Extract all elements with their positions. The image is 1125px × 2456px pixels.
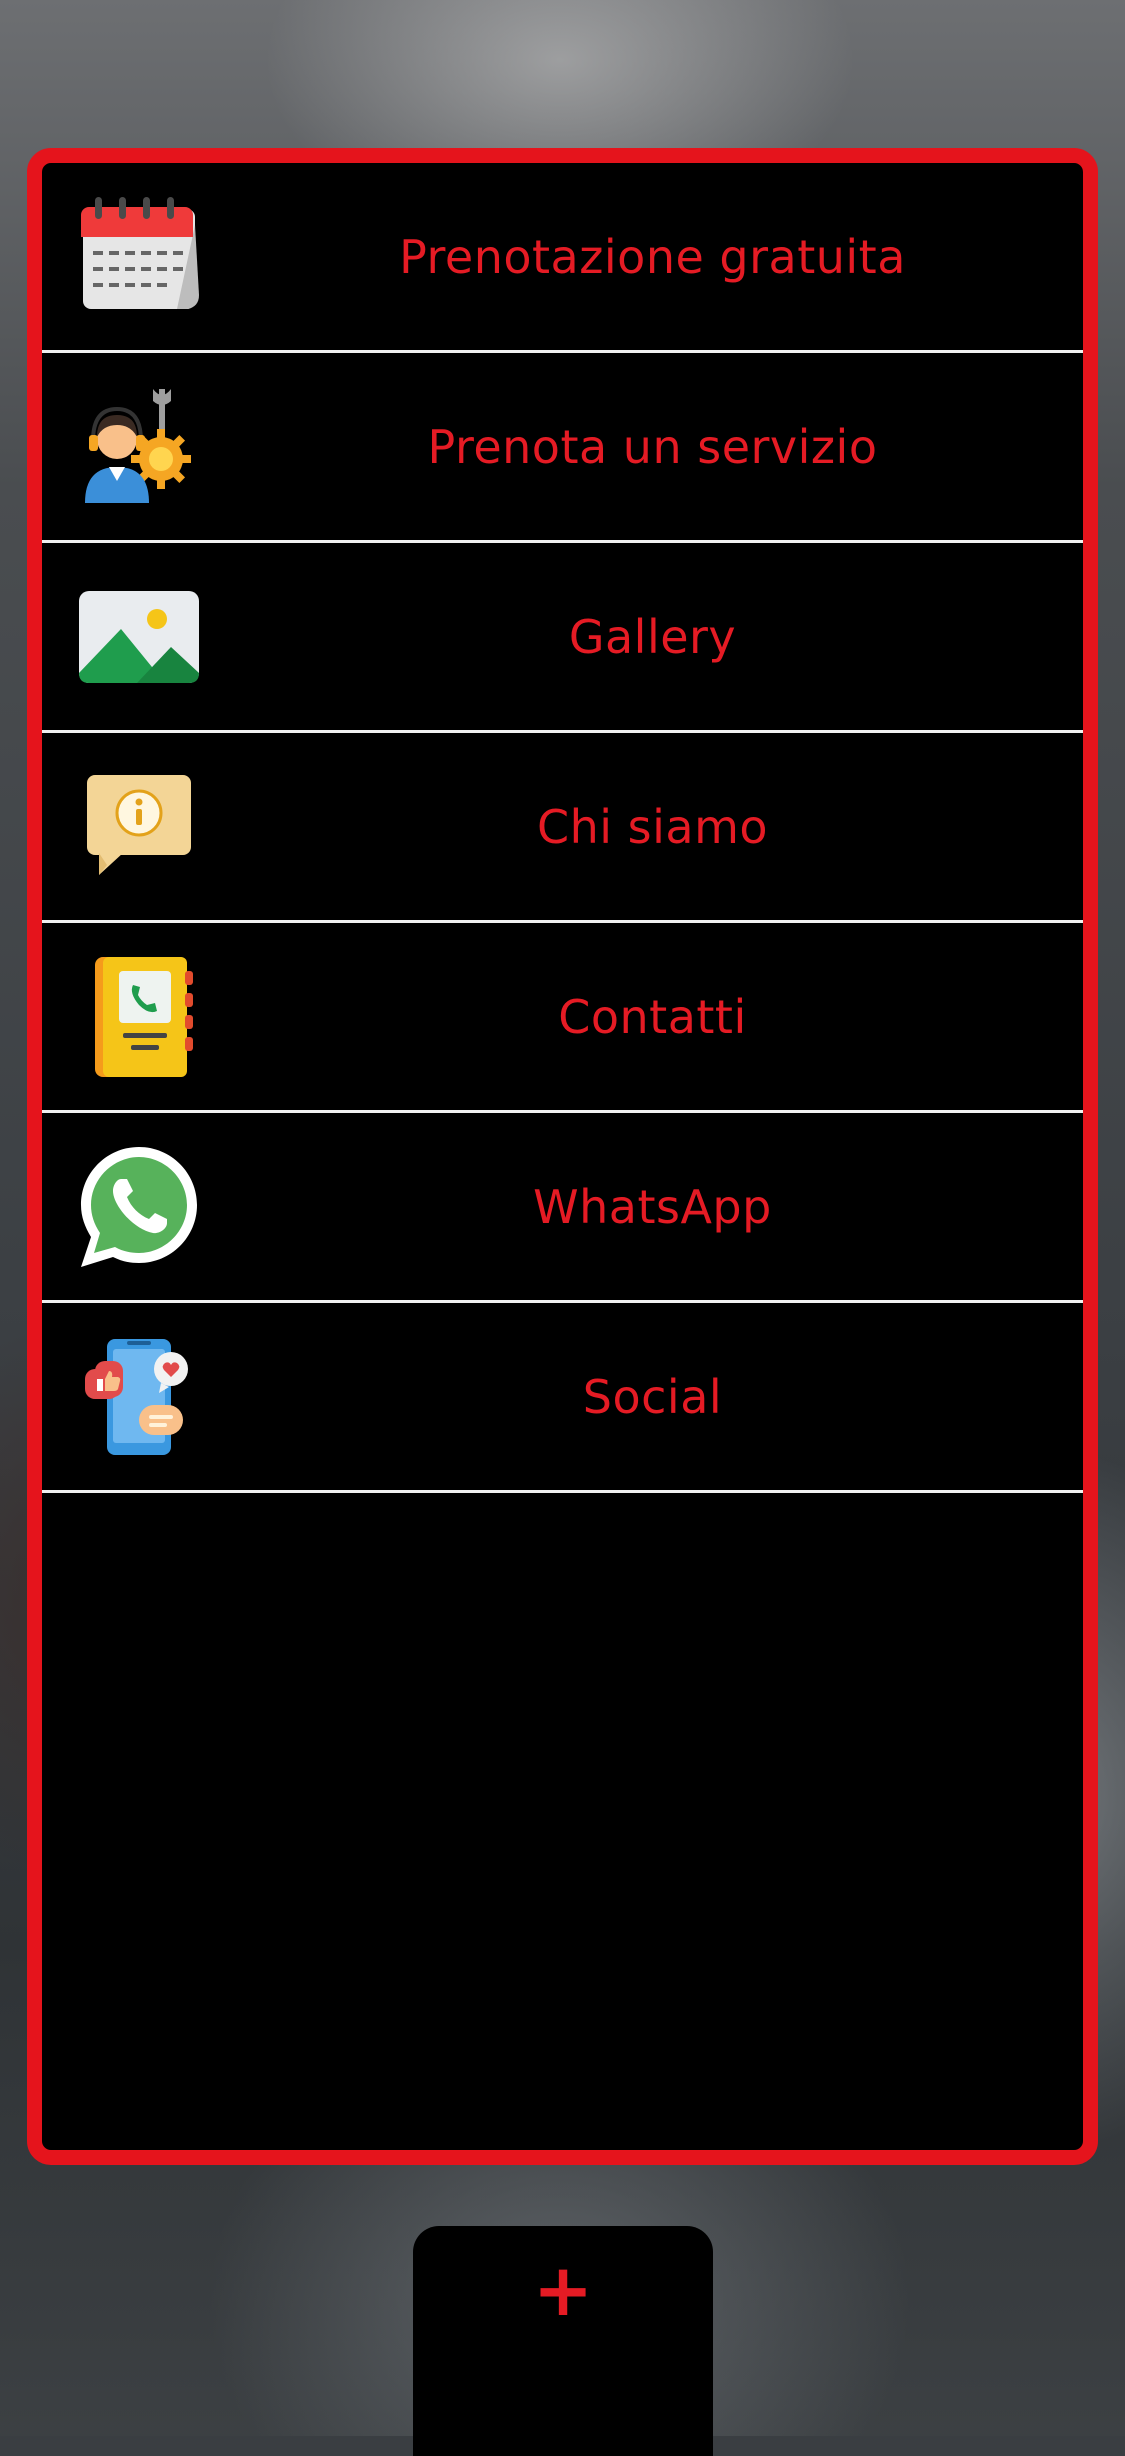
menu-item-label: Contatti	[558, 989, 747, 1044]
menu-item-social[interactable]: Social	[42, 1303, 1083, 1493]
menu-item-label: Prenota un servizio	[427, 419, 878, 474]
calendar-icon	[77, 195, 201, 319]
info-bubble-icon	[77, 765, 201, 889]
menu-list: Prenotazione gratuita Prenota un servizi…	[42, 163, 1083, 1493]
menu-item-label: WhatsApp	[533, 1179, 772, 1234]
image-icon	[77, 575, 201, 699]
plus-icon: +	[532, 2248, 594, 2332]
add-button[interactable]: +	[413, 2226, 713, 2456]
menu-item-label: Chi siamo	[536, 799, 769, 854]
menu-item-whatsapp[interactable]: WhatsApp	[42, 1113, 1083, 1303]
social-icon	[77, 1335, 201, 1459]
menu-item-label: Gallery	[568, 609, 737, 664]
menu-item-contatti[interactable]: Contatti	[42, 923, 1083, 1113]
menu-item-label: Prenotazione gratuita	[399, 229, 906, 284]
whatsapp-icon	[77, 1145, 201, 1269]
menu-item-gallery[interactable]: Gallery	[42, 543, 1083, 733]
menu-item-prenota-un-servizio[interactable]: Prenota un servizio	[42, 353, 1083, 543]
menu-item-prenotazione-gratuita[interactable]: Prenotazione gratuita	[42, 163, 1083, 353]
phonebook-icon	[77, 955, 201, 1079]
menu-panel: Prenotazione gratuita Prenota un servizi…	[27, 148, 1098, 2165]
menu-item-chi-siamo[interactable]: Chi siamo	[42, 733, 1083, 923]
menu-item-label: Social	[582, 1369, 723, 1424]
technician-icon	[77, 385, 201, 509]
